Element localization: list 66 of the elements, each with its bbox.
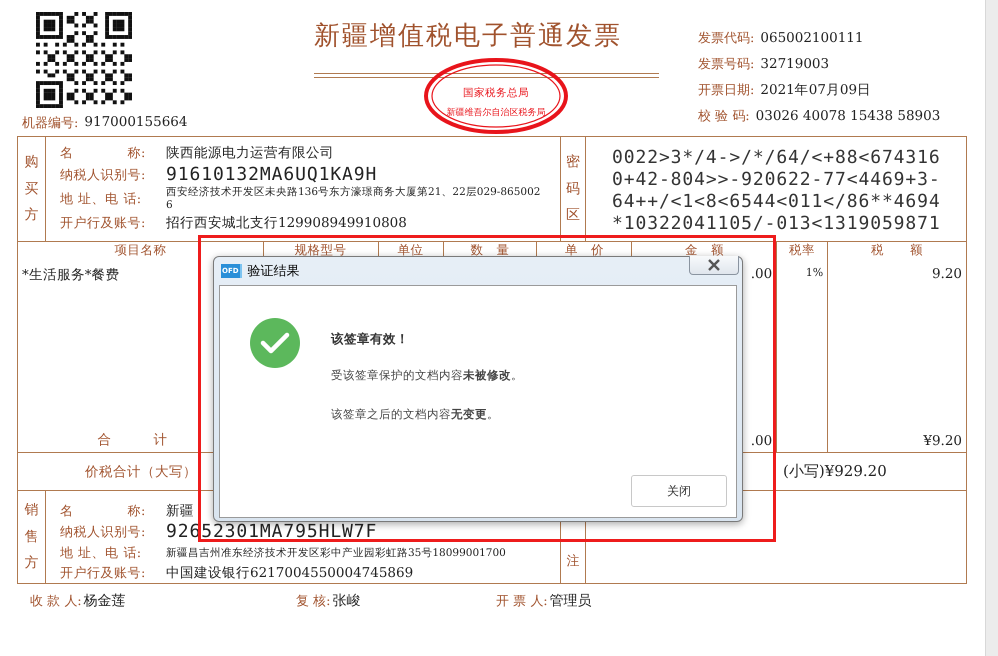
cipher-zone-label: 密码区 (561, 137, 586, 241)
field-label: 开户行及账号: (60, 214, 147, 232)
column-header: 数 量 (470, 242, 510, 257)
cipher-line: 0+42-804>>-920622-77<4469+3- (612, 169, 942, 191)
footer-label: 开 票 人: (496, 593, 548, 610)
meta-label: 校 验 码: (698, 108, 750, 124)
dialog-title: 验证结果 (248, 263, 300, 280)
item-tax-rate: 1% (804, 265, 824, 281)
column-header: 金 额 (684, 242, 724, 257)
result-heading: 该签章有效！ (331, 331, 410, 348)
field-value: 中国建设银行6217004550004745869 (166, 564, 414, 582)
column-header: 单 价 (564, 242, 604, 257)
total-amount: .00 (750, 433, 774, 449)
field-value: 新疆昌吉州准东经济技术开发区彩中产业园彩虹路35号18099001700 (166, 546, 507, 560)
grand-total-amount: (小写)¥929.20 (783, 462, 887, 481)
meta-value: 03026 40078 15438 58903 (756, 108, 940, 124)
meta-value: 32719003 (760, 56, 830, 72)
invoice-title: 新疆增值税电子普通发票 (314, 20, 623, 53)
seller-label: 销售方 (18, 491, 46, 583)
machine-number: 917000155664 (84, 114, 188, 132)
column-header: 项目名称 (114, 242, 166, 257)
close-dialog-button[interactable]: 关闭 (631, 475, 727, 507)
cipher-line: *10322041105/-013<1319059871 (612, 213, 942, 235)
close-icon (707, 259, 721, 271)
field-label: 纳税人识别号: (60, 524, 147, 541)
result-message: 受该签章保护的文档内容未被修改。 (331, 368, 523, 383)
close-button[interactable] (689, 256, 739, 275)
result-message: 该签章之后的文档内容无变更。 (331, 407, 500, 422)
meta-label: 开票日期: (698, 82, 754, 98)
field-label: 开户行及账号: (60, 565, 147, 582)
footer-value: 管理员 (550, 592, 592, 610)
footer-value: 杨金莲 (84, 592, 126, 610)
cipher-line: 0022>3*/4->/*/64/<+88<674316 (612, 147, 942, 169)
field-label: 纳税人识别号: (60, 166, 147, 184)
meta-label: 发票号码: (698, 56, 754, 72)
item-tax: 9.20 (930, 265, 964, 284)
item-amount: .00 (750, 265, 774, 284)
column-header: 规格型号 (294, 242, 347, 257)
meta-label: 发票代码: (698, 30, 754, 46)
field-value: 西安经济技术开发区未央路136号东方濠璟商务大厦第21、22层029-8650026 (166, 186, 542, 212)
field-label: 地 址、电 话: (60, 190, 143, 208)
field-label: 名 称: (60, 144, 147, 162)
field-label: 名 称: (60, 503, 147, 520)
column-header: 税率 (789, 242, 816, 257)
field-value: 招行西安城北支行129908949910808 (166, 214, 407, 232)
footer-label: 收 款 人: (30, 593, 82, 610)
total-label: 合 计 (96, 431, 168, 449)
field-value: 新疆 (166, 502, 194, 520)
meta-value: 2021年07月09日 (760, 80, 872, 98)
footer-value: 张峻 (332, 592, 361, 610)
field-value: 91610132MA6UQ1KA9H (166, 164, 378, 185)
scrollbar[interactable] (985, 0, 998, 656)
field-label: 地 址、电 话: (60, 545, 143, 562)
item-name: *生活服务*餐费 (21, 266, 120, 285)
machine-number-label: 机器编号: (22, 115, 78, 132)
meta-value: 065002100111 (760, 30, 864, 46)
column-header: 单位 (398, 242, 424, 257)
notes-label: 注 (566, 553, 580, 572)
seal-stamp: 国家税务总局 新疆维吾尔自治区税务局 (424, 58, 568, 134)
column-header: 税 额 (871, 242, 924, 257)
total-tax: ¥9.20 (922, 433, 964, 449)
footer-label: 复 核: (296, 593, 331, 610)
cipher-line: 64++/<1<8<6544<011</86**4694 (612, 191, 942, 213)
buyer-label: 购买方 (18, 137, 46, 241)
field-value: 陕西能源电力运营有限公司 (166, 144, 334, 162)
success-check-icon (250, 318, 300, 368)
